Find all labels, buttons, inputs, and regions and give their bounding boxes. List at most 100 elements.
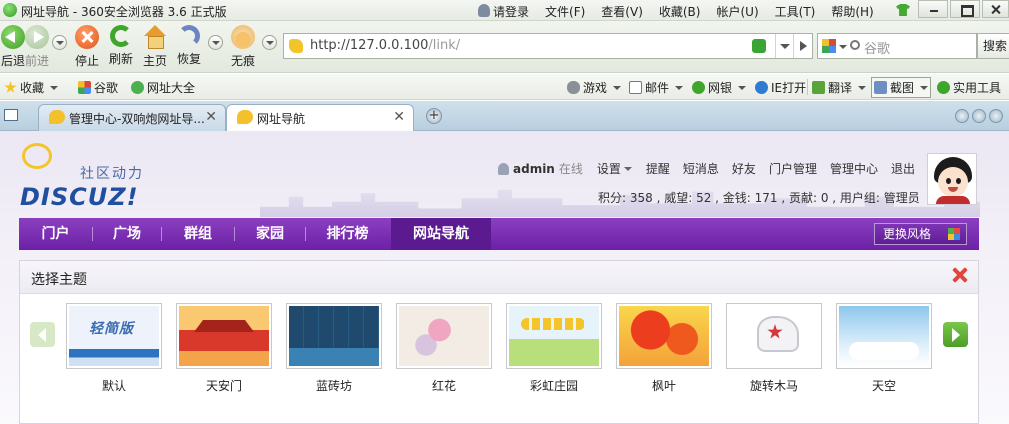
close-window-button[interactable] xyxy=(982,0,1009,18)
chevron-down-icon xyxy=(920,85,929,90)
logout-link[interactable]: 退出 xyxy=(891,160,915,177)
translate-icon xyxy=(812,81,825,94)
theme-prev-button[interactable] xyxy=(30,322,55,347)
nav-site-navigation[interactable]: 网站导航 xyxy=(391,218,491,250)
bookmark-favorites[interactable]: 收藏 xyxy=(4,79,59,96)
home-button[interactable]: 主页 xyxy=(138,25,172,69)
refresh-button[interactable]: 刷新 xyxy=(104,25,138,67)
sidebar-toggle-icon[interactable] xyxy=(4,109,18,121)
theme-item-sky[interactable]: 天空 xyxy=(836,303,932,394)
user-stats: 积分: 358 , 威望: 52 , 金钱: 171 , 贡献: 0 , 用户组… xyxy=(598,191,920,205)
change-style-label: 更换风格 xyxy=(883,227,932,241)
site-logo[interactable]: 社区动力 DISCUZ! xyxy=(20,143,150,213)
theme-next-button[interactable] xyxy=(943,322,968,347)
bookmark-url-directory[interactable]: 网址大全 xyxy=(131,79,195,96)
menu-account[interactable]: 帐户(U) xyxy=(716,3,758,20)
minimize-button[interactable] xyxy=(918,0,948,18)
change-style-button[interactable]: 更换风格 xyxy=(874,223,967,245)
nav-plaza[interactable]: 广场 xyxy=(93,218,161,250)
menu-login[interactable]: 请登录 xyxy=(493,3,529,20)
chevron-down-icon xyxy=(738,85,747,90)
incognito-dropdown-icon[interactable] xyxy=(262,35,277,50)
theme-item-tiananmen[interactable]: 天安门 xyxy=(176,303,272,394)
toolbar-screenshot[interactable]: 截图 xyxy=(871,77,932,98)
reminders-link[interactable]: 提醒 xyxy=(646,160,670,177)
maximize-button[interactable] xyxy=(950,0,980,18)
google-icon[interactable] xyxy=(822,39,836,53)
toolbar-ie-open[interactable]: IE打开 xyxy=(755,79,806,96)
tab-scroll-right-icon[interactable] xyxy=(972,109,986,123)
toolbar-label: 网银 xyxy=(708,81,733,95)
chevron-down-icon xyxy=(675,85,684,90)
theme-item-blue-brick[interactable]: 蓝砖坊 xyxy=(286,303,382,394)
ie-icon xyxy=(755,81,768,94)
admin-center-link[interactable]: 管理中心 xyxy=(830,160,878,177)
theme-item-carousel[interactable]: 旋转木马 xyxy=(726,303,822,394)
bank-icon xyxy=(692,81,705,94)
gamepad-icon xyxy=(567,81,580,94)
address-bar[interactable]: http://127.0.0.100/link/ xyxy=(283,33,813,59)
tab-label: 管理中心-双响炮网址导... xyxy=(69,112,205,126)
menu-bar: 请登录 文件(F) 查看(V) 收藏(B) 帐户(U) 工具(T) 帮助(H) xyxy=(478,3,890,20)
theme-item-red-flower[interactable]: 红花 xyxy=(396,303,492,394)
engine-dropdown-icon[interactable] xyxy=(839,45,847,49)
avatar[interactable] xyxy=(927,153,977,205)
tab-close-icon[interactable]: ✕ xyxy=(393,109,405,125)
stop-label: 停止 xyxy=(74,54,99,68)
username-link[interactable]: admin xyxy=(513,162,555,176)
chevron-down-icon[interactable] xyxy=(623,166,632,171)
stop-button[interactable]: 停止 xyxy=(70,25,104,69)
nav-groups[interactable]: 群组 xyxy=(162,218,234,250)
skin-shirt-icon[interactable] xyxy=(896,4,910,16)
theme-item-maple[interactable]: 枫叶 xyxy=(616,303,712,394)
friends-link[interactable]: 好友 xyxy=(732,160,756,177)
toolbar-utilities[interactable]: 实用工具 xyxy=(937,79,1001,96)
search-input[interactable]: 谷歌 xyxy=(864,38,890,57)
incognito-button[interactable]: 无痕 xyxy=(226,25,260,69)
messages-link[interactable]: 短消息 xyxy=(683,160,719,177)
menu-file[interactable]: 文件(F) xyxy=(545,3,585,20)
logo-tagline: 社区动力 xyxy=(80,166,144,182)
theme-item-rainbow-manor[interactable]: 彩虹庄园 xyxy=(506,303,602,394)
toolbar-label: 邮件 xyxy=(645,81,670,95)
toolbar-translate[interactable]: 翻译 xyxy=(812,79,867,96)
close-icon[interactable] xyxy=(951,266,969,284)
browser-logo-icon xyxy=(3,3,17,17)
bookmark-google[interactable]: 谷歌 xyxy=(78,79,118,96)
chevron-down-icon xyxy=(613,85,622,90)
toolbar-mail[interactable]: 邮件 xyxy=(629,79,684,96)
history-dropdown-icon[interactable] xyxy=(52,35,67,50)
portal-admin-link[interactable]: 门户管理 xyxy=(769,160,817,177)
restore-button[interactable]: 恢复 xyxy=(172,25,206,67)
restore-dropdown-icon[interactable] xyxy=(208,35,223,50)
new-tab-button[interactable]: + xyxy=(426,108,442,124)
nav-home[interactable]: 家园 xyxy=(235,218,305,250)
tab-list-icon[interactable] xyxy=(989,109,1003,123)
toolbar-games[interactable]: 游戏 xyxy=(567,79,622,96)
address-input[interactable]: http://127.0.0.100/link/ xyxy=(310,38,460,53)
nav-rankings[interactable]: 排行榜 xyxy=(306,218,389,250)
go-arrow-icon[interactable] xyxy=(793,34,813,58)
nav-portal[interactable]: 门户 xyxy=(19,218,92,250)
menu-view[interactable]: 查看(V) xyxy=(601,3,643,20)
security-shield-icon[interactable] xyxy=(752,39,766,53)
refresh-icon xyxy=(110,25,132,47)
theme-item-default[interactable]: 轻简版 默认 xyxy=(66,303,162,394)
bookmarks-bar: 收藏 谷歌 网址大全 游戏 邮件 网银 IE打开 翻译 截图 实用工具 xyxy=(0,74,1009,100)
menu-favorites[interactable]: 收藏(B) xyxy=(659,3,701,20)
tab-close-icon[interactable]: ✕ xyxy=(205,109,217,125)
search-box[interactable]: 谷歌 xyxy=(817,33,977,59)
theme-thumbnail xyxy=(619,306,709,366)
toolbar-netbank[interactable]: 网银 xyxy=(692,79,747,96)
theme-thumbnail xyxy=(289,306,379,366)
tab-scroll-left-icon[interactable] xyxy=(955,109,969,123)
tab-admin-center[interactable]: 管理中心-双响炮网址导... ✕ xyxy=(38,104,226,131)
tab-url-navigation[interactable]: 网址导航 ✕ xyxy=(226,104,414,132)
menu-help[interactable]: 帮助(H) xyxy=(831,3,873,20)
settings-link[interactable]: 设置 xyxy=(597,160,621,177)
forward-button[interactable]: 前进 xyxy=(20,25,54,69)
paw-icon xyxy=(231,25,255,49)
search-button[interactable]: 搜索 xyxy=(977,33,1009,59)
url-history-dropdown-icon[interactable] xyxy=(775,34,793,58)
menu-tools[interactable]: 工具(T) xyxy=(775,3,816,20)
